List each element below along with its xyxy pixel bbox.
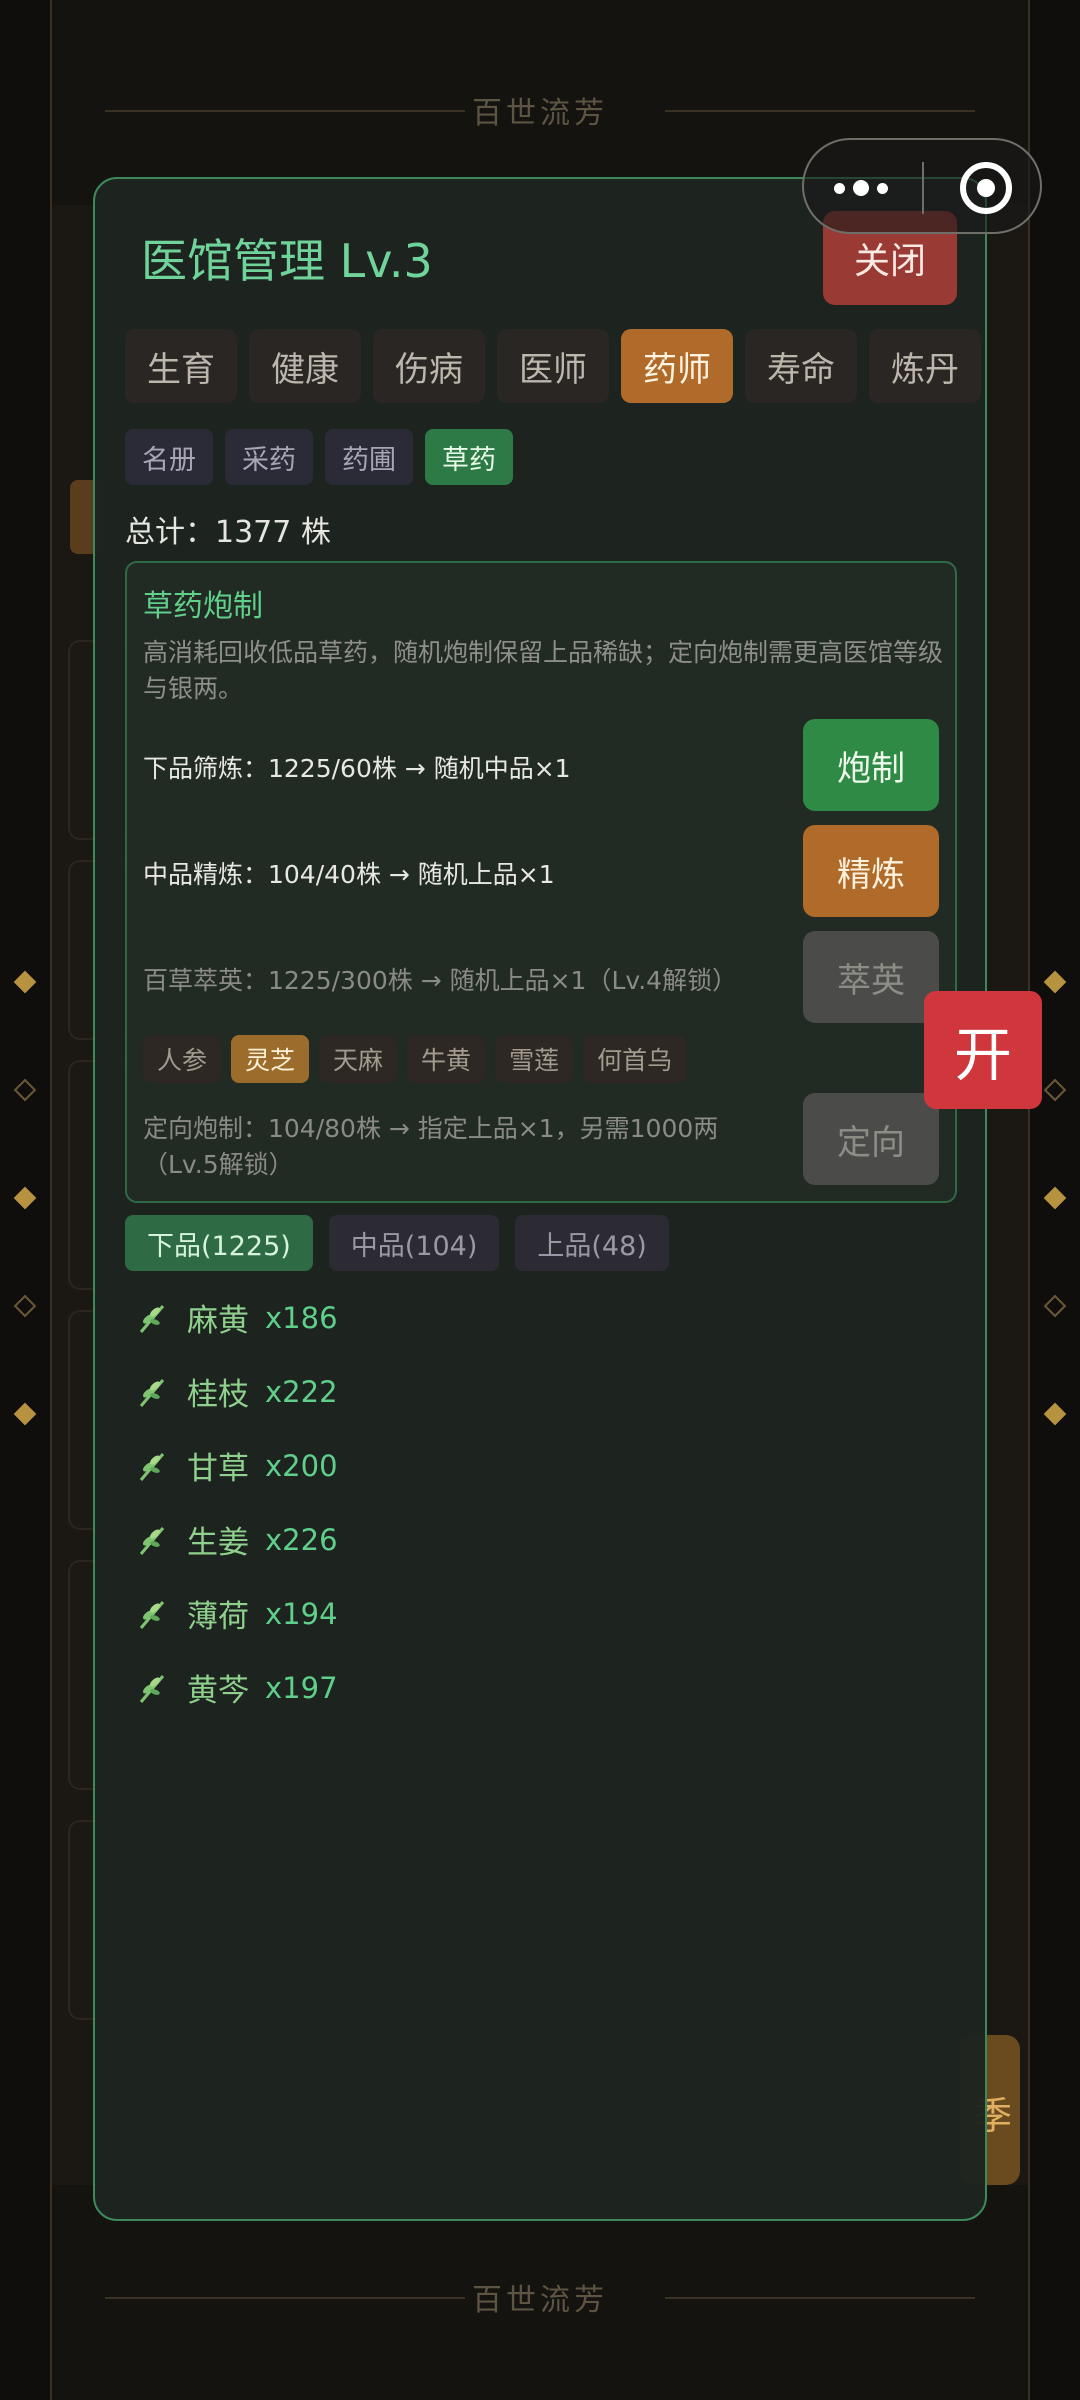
tab-injury[interactable]: 伤病 bbox=[373, 329, 485, 403]
herb-count: x200 bbox=[265, 1448, 338, 1483]
main-tabs: 生育 健康 伤病 医师 药师 寿命 炼丹 bbox=[125, 329, 981, 403]
subtab-roster[interactable]: 名册 bbox=[125, 429, 213, 485]
subtab-herbs[interactable]: 草药 bbox=[425, 429, 513, 485]
modal-title: 医馆管理 Lv.3 bbox=[141, 234, 433, 288]
herb-name: 黄芩 bbox=[187, 1673, 249, 1709]
tab-alchemy[interactable]: 炼丹 bbox=[869, 329, 981, 403]
list-item: 甘草 x200 bbox=[135, 1443, 338, 1488]
herb-sprig-icon bbox=[139, 1526, 165, 1555]
subtab-gather[interactable]: 采药 bbox=[225, 429, 313, 485]
herb-name: 麻黄 bbox=[187, 1303, 249, 1339]
more-dots-icon[interactable] bbox=[834, 180, 888, 196]
herb-sprig-icon bbox=[139, 1304, 165, 1333]
herb-name: 薄荷 bbox=[187, 1599, 249, 1635]
refine-button[interactable]: 精炼 bbox=[803, 825, 939, 917]
subtab-garden[interactable]: 药圃 bbox=[325, 429, 413, 485]
tab-pharmacist[interactable]: 药师 bbox=[621, 329, 733, 403]
herb-count: x226 bbox=[265, 1522, 338, 1557]
extract-button-locked[interactable]: 萃英 bbox=[803, 931, 939, 1023]
background-title-top: 百世流芳 bbox=[0, 88, 1080, 132]
tab-physician[interactable]: 医师 bbox=[497, 329, 609, 403]
tab-health[interactable]: 健康 bbox=[249, 329, 361, 403]
chip-tianma[interactable]: 天麻 bbox=[319, 1035, 398, 1083]
herb-sprig-icon bbox=[139, 1674, 165, 1703]
herb-total: 总计：1377 株 bbox=[125, 515, 331, 550]
background-title-bottom: 百世流芳 bbox=[0, 2275, 1080, 2319]
herb-count: x222 bbox=[265, 1374, 338, 1409]
list-item: 黄芩 x197 bbox=[135, 1665, 338, 1710]
chip-snow-lotus[interactable]: 雪莲 bbox=[495, 1035, 574, 1083]
tab-birth[interactable]: 生育 bbox=[125, 329, 237, 403]
processing-description: 高消耗回收低品草药，随机炮制保留上品稀缺；定向炮制需更高医馆等级与银两。 bbox=[143, 638, 944, 703]
directed-button-locked[interactable]: 定向 bbox=[803, 1093, 939, 1185]
chip-ginseng[interactable]: 人参 bbox=[143, 1035, 222, 1083]
chip-heshouwu[interactable]: 何首乌 bbox=[583, 1035, 687, 1083]
herb-sprig-icon bbox=[139, 1452, 165, 1481]
herb-sprig-icon bbox=[139, 1378, 165, 1407]
list-item: 薄荷 x194 bbox=[135, 1591, 338, 1636]
open-floating-button[interactable]: 开 bbox=[924, 991, 1042, 1109]
tab-mid-grade[interactable]: 中品(104) bbox=[328, 1215, 500, 1271]
chip-lingzhi[interactable]: 灵芝 bbox=[231, 1035, 310, 1083]
herb-processing-panel: 草药炮制 高消耗回收低品草药，随机炮制保留上品稀缺；定向炮制需更高医馆等级与银两… bbox=[125, 561, 957, 1203]
tab-low-grade[interactable]: 下品(1225) bbox=[125, 1215, 313, 1271]
mid-grade-refine-label: 中品精炼：104/40株 → 随机上品×1 bbox=[143, 860, 555, 889]
sub-tabs: 名册 采药 药圃 草药 bbox=[125, 429, 513, 485]
processing-title: 草药炮制 bbox=[143, 589, 263, 624]
process-button[interactable]: 炮制 bbox=[803, 719, 939, 811]
clinic-management-modal: 医馆管理 Lv.3 关闭 生育 健康 伤病 医师 药师 寿命 炼丹 名册 采药 … bbox=[93, 177, 987, 2221]
chip-niuhuang[interactable]: 牛黄 bbox=[407, 1035, 486, 1083]
herb-name: 生姜 bbox=[187, 1525, 249, 1561]
grade-tabs: 下品(1225) 中品(104) 上品(48) bbox=[125, 1215, 669, 1271]
herb-count: x194 bbox=[265, 1596, 338, 1631]
list-item: 桂枝 x222 bbox=[135, 1369, 338, 1414]
herb-target-chips: 人参 灵芝 天麻 牛黄 雪莲 何首乌 bbox=[143, 1035, 687, 1083]
list-item: 麻黄 x186 bbox=[135, 1295, 338, 1340]
miniprogram-capsule bbox=[802, 138, 1042, 234]
target-circle-icon[interactable] bbox=[960, 162, 1012, 214]
herb-sprig-icon bbox=[139, 1600, 165, 1629]
directed-process-label: 定向炮制：104/80株 → 指定上品×1，另需1000两（Lv.5解锁） bbox=[143, 1114, 719, 1179]
herb-name: 桂枝 bbox=[187, 1377, 249, 1413]
hundred-herb-extract-label: 百草萃英：1225/300株 → 随机上品×1（Lv.4解锁） bbox=[143, 966, 738, 995]
herb-name: 甘草 bbox=[187, 1451, 249, 1487]
tab-lifespan[interactable]: 寿命 bbox=[745, 329, 857, 403]
herb-count: x186 bbox=[265, 1300, 338, 1335]
tab-high-grade[interactable]: 上品(48) bbox=[515, 1215, 669, 1271]
herb-count: x197 bbox=[265, 1670, 338, 1705]
low-grade-refine-label: 下品筛炼：1225/60株 → 随机中品×1 bbox=[143, 754, 571, 783]
list-item: 生姜 x226 bbox=[135, 1517, 338, 1562]
